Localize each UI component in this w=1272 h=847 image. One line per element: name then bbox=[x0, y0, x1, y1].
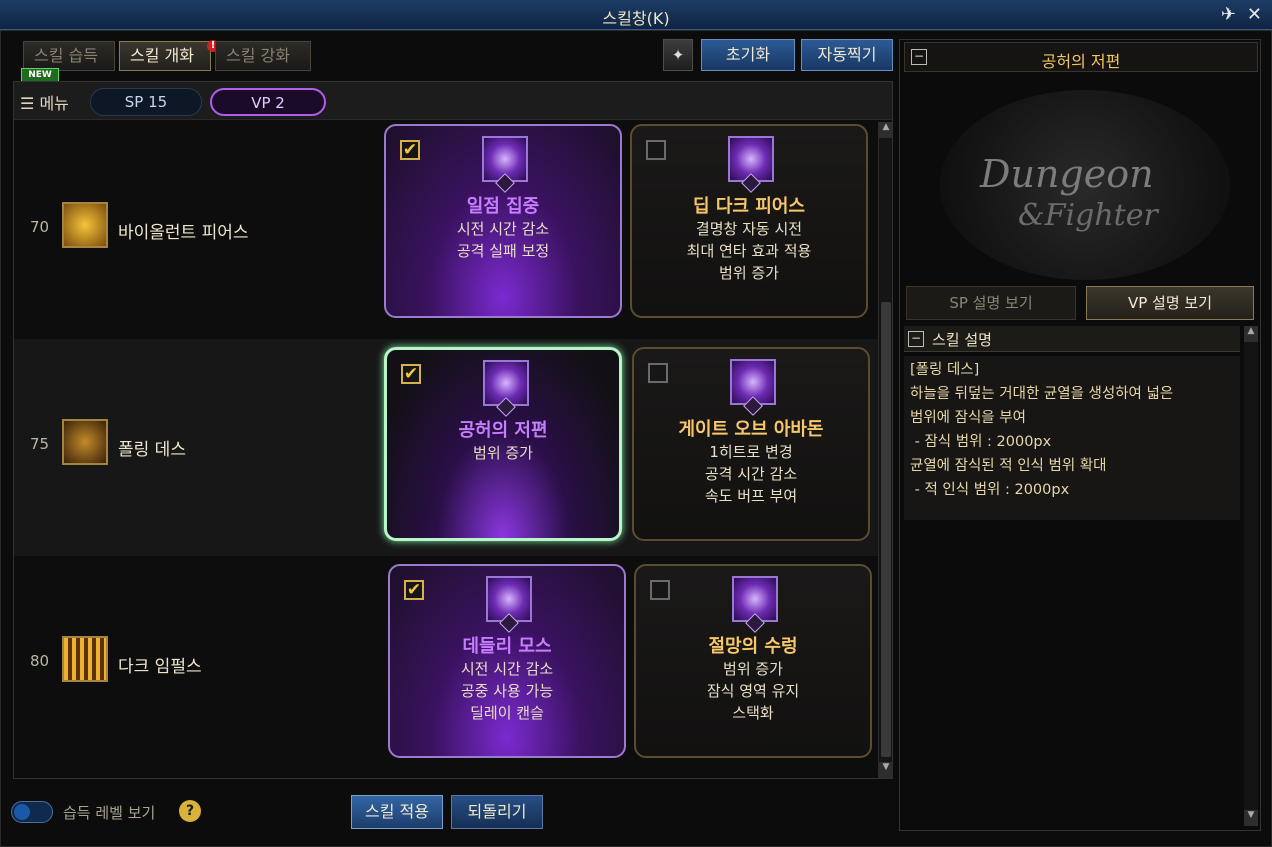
tab-skill-bloom[interactable]: 스킬 개화 bbox=[119, 41, 211, 71]
option-icon bbox=[483, 360, 529, 417]
skill-list-panel: ☰ 메뉴 SP 15 VP 2 70 바이올런트 피어스 ✔ 일점 집중 시전 … bbox=[13, 81, 893, 779]
option-icon bbox=[482, 136, 528, 193]
tab-vp-description[interactable]: VP 설명 보기 bbox=[1086, 286, 1254, 320]
option-checkbox[interactable]: ✔ bbox=[404, 580, 424, 600]
bloom-option-card[interactable]: 딥 다크 피어스 결명창 자동 시전 최대 연타 효과 적용 범위 증가 bbox=[630, 124, 868, 318]
option-title: 딥 다크 피어스 bbox=[693, 196, 805, 217]
description-scrollbar[interactable]: ▲ ▼ bbox=[1244, 326, 1258, 826]
tier-badge-icon bbox=[495, 173, 515, 193]
violent-pierce-icon bbox=[62, 202, 108, 248]
title-bar: 스킬창(K) ✈ ✕ bbox=[0, 0, 1272, 30]
option-checkbox[interactable]: ✔ bbox=[400, 140, 420, 160]
skill-name: 다크 임펄스 bbox=[118, 657, 202, 677]
menu-button[interactable]: ☰ 메뉴 bbox=[20, 90, 69, 114]
auto-assign-button[interactable]: 자동찍기 bbox=[801, 39, 893, 71]
toggle-label: 습득 레벨 보기 bbox=[63, 804, 156, 822]
scroll-up-icon[interactable]: ▲ bbox=[1244, 326, 1258, 342]
scroll-thumb[interactable] bbox=[881, 302, 891, 757]
scroll-down-icon[interactable]: ▼ bbox=[879, 762, 893, 778]
apply-skill-button[interactable]: 스킬 적용 bbox=[351, 795, 443, 829]
option-desc: 범위 증가 bbox=[473, 444, 533, 462]
tab-skill-enhance[interactable]: 스킬 강화 bbox=[215, 41, 311, 71]
scroll-down-icon[interactable]: ▼ bbox=[1244, 810, 1258, 826]
falling-death-icon bbox=[62, 419, 108, 465]
option-checkbox[interactable] bbox=[650, 580, 670, 600]
bloom-option-card[interactable]: ✔ 일점 집중 시전 시간 감소 공격 실패 보정 bbox=[384, 124, 622, 318]
dark-impulse-icon bbox=[62, 636, 108, 682]
sp-counter: SP 15 bbox=[90, 88, 202, 116]
window-title: 스킬창(K) bbox=[602, 9, 670, 28]
option-desc: 1히트로 변경 공격 시간 감소 속도 버프 부여 bbox=[704, 443, 798, 505]
option-title: 데들리 모스 bbox=[462, 636, 552, 657]
option-title: 게이트 오브 아바돈 bbox=[678, 419, 824, 440]
option-desc: 시전 시간 감소 공격 실패 보정 bbox=[456, 220, 550, 260]
toggle-knob bbox=[14, 804, 30, 820]
skill-description-section: − 스킬 설명 bbox=[904, 326, 1240, 352]
scroll-up-icon[interactable]: ▲ bbox=[879, 122, 893, 138]
game-logo: Dungeon &Fighter bbox=[940, 90, 1230, 280]
option-checkbox[interactable] bbox=[646, 140, 666, 160]
tier-badge-icon bbox=[743, 396, 763, 416]
help-icon[interactable]: ? bbox=[179, 800, 201, 822]
reset-button[interactable]: 초기화 bbox=[701, 39, 795, 71]
tab-sp-description[interactable]: SP 설명 보기 bbox=[906, 286, 1076, 320]
bloom-option-card[interactable]: 절망의 수렁 범위 증가 잠식 영역 유지 스택화 bbox=[634, 564, 872, 758]
option-icon bbox=[728, 136, 774, 193]
skill-list-scrollbar[interactable]: ▲ ▼ bbox=[878, 122, 893, 778]
pin-icon[interactable]: ✈ bbox=[1221, 4, 1236, 25]
option-icon bbox=[732, 576, 778, 633]
option-title: 공허의 저편 bbox=[458, 420, 548, 441]
tab-skill-learn[interactable]: 스킬 습득 bbox=[23, 41, 115, 71]
option-icon bbox=[486, 576, 532, 633]
skill-level: 75 bbox=[30, 435, 50, 453]
tier-badge-icon bbox=[745, 613, 765, 633]
tier-badge-icon bbox=[499, 613, 519, 633]
close-icon[interactable]: ✕ bbox=[1247, 4, 1262, 25]
skill-row: 80 다크 임펄스 ✔ 데들리 모스 시전 시간 감소 공중 사용 가능 딜레이… bbox=[14, 556, 878, 773]
skill-window: 스킬 습득 스킬 개화 ! 스킬 강화 NEW ✦ 초기화 자동찍기 ☰ 메뉴 … bbox=[0, 30, 1272, 847]
option-desc: 결명창 자동 시전 최대 연타 효과 적용 범위 증가 bbox=[686, 220, 812, 282]
bloom-option-card[interactable]: ✔ 데들리 모스 시전 시간 감소 공중 사용 가능 딜레이 캔슬 bbox=[388, 564, 626, 758]
tier-badge-icon bbox=[496, 397, 516, 417]
collapse-icon[interactable]: − bbox=[908, 331, 924, 347]
option-icon bbox=[730, 359, 776, 416]
section-title: 스킬 설명 bbox=[932, 331, 992, 349]
description-header: − 공허의 저편 bbox=[904, 42, 1258, 72]
tier-badge-icon bbox=[741, 173, 761, 193]
option-desc: 범위 증가 잠식 영역 유지 스택화 bbox=[706, 660, 800, 722]
bloom-option-card[interactable]: 게이트 오브 아바돈 1히트로 변경 공격 시간 감소 속도 버프 부여 bbox=[632, 347, 870, 541]
skill-level: 70 bbox=[30, 218, 50, 236]
option-title: 절망의 수렁 bbox=[708, 636, 798, 657]
level-view-toggle[interactable] bbox=[11, 801, 53, 823]
menu-bar: ☰ 메뉴 SP 15 VP 2 bbox=[14, 82, 892, 120]
description-panel: − 공허의 저편 Dungeon &Fighter SP 설명 보기 VP 설명… bbox=[899, 39, 1261, 831]
settings-icon[interactable]: ✦ bbox=[663, 39, 693, 71]
skill-name: 폴링 데스 bbox=[118, 440, 186, 460]
option-desc: 시전 시간 감소 공중 사용 가능 딜레이 캔슬 bbox=[460, 660, 554, 722]
skill-level: 80 bbox=[30, 652, 50, 670]
option-checkbox[interactable] bbox=[648, 363, 668, 383]
hamburger-icon: ☰ bbox=[20, 94, 35, 113]
skill-description-text: [폴링 데스] 하늘을 뒤덮는 거대한 균열을 생성하여 넓은 범위에 잠식을 … bbox=[904, 356, 1240, 520]
option-title: 일점 집중 bbox=[466, 196, 540, 217]
bloom-option-card[interactable]: ✔ 공허의 저편 범위 증가 bbox=[384, 347, 622, 541]
option-checkbox[interactable]: ✔ bbox=[401, 364, 421, 384]
new-badge: NEW bbox=[21, 68, 59, 82]
skill-name: 바이올런트 피어스 bbox=[118, 223, 249, 243]
skill-row: 75 폴링 데스 ✔ 공허의 저편 범위 증가 게이트 오브 아바돈 1히트로 … bbox=[14, 339, 878, 556]
skill-row: 70 바이올런트 피어스 ✔ 일점 집중 시전 시간 감소 공격 실패 보정 딥… bbox=[14, 122, 878, 339]
vp-counter: VP 2 bbox=[210, 88, 326, 116]
selected-option-title: 공허의 저편 bbox=[1041, 52, 1121, 71]
undo-button[interactable]: 되돌리기 bbox=[451, 795, 543, 829]
